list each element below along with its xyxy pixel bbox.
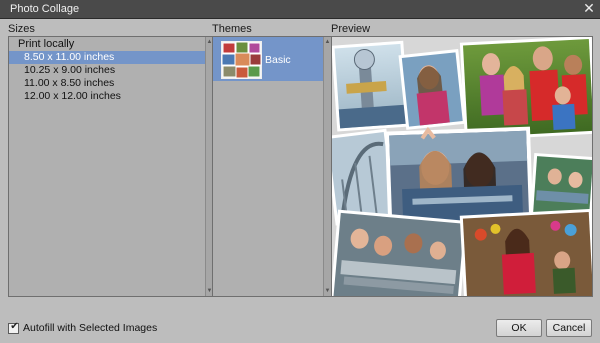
dialog-body: Sizes Themes Preview Print locally 8.50 …	[0, 19, 600, 343]
sizes-group-header: Print locally	[18, 38, 75, 50]
autofill-checkbox-row[interactable]: ✔ Autofill with Selected Images	[8, 321, 157, 335]
themes-label: Themes	[212, 23, 252, 35]
collage-preview	[331, 36, 593, 297]
size-option[interactable]: 11.00 x 8.50 inches	[9, 77, 205, 90]
preview-label: Preview	[331, 23, 371, 35]
ok-button[interactable]: OK	[496, 319, 542, 337]
title-bar: Photo Collage ✕	[0, 0, 600, 19]
collage-image	[332, 37, 592, 296]
size-option[interactable]: 10.25 x 9.00 inches	[9, 64, 205, 77]
size-option[interactable]: 12.00 x 12.00 inches	[9, 90, 205, 103]
sizes-list[interactable]: Print locally 8.50 x 11.00 inches 10.25 …	[8, 36, 214, 297]
autofill-checkbox[interactable]: ✔	[8, 320, 19, 334]
autofill-label[interactable]: Autofill with Selected Images	[23, 322, 157, 334]
themes-scrollbar[interactable]: ▲ ▼	[323, 37, 331, 296]
scroll-up-icon[interactable]: ▲	[324, 38, 331, 46]
size-option[interactable]: 8.50 x 11.00 inches	[9, 51, 205, 64]
scroll-down-icon[interactable]: ▼	[324, 287, 331, 295]
sizes-list-content: Print locally 8.50 x 11.00 inches 10.25 …	[9, 37, 205, 296]
theme-item-basic[interactable]: Basic	[213, 37, 324, 81]
checkmark-icon: ✔	[10, 320, 19, 332]
sizes-label: Sizes	[8, 23, 35, 35]
cancel-button[interactable]: Cancel	[546, 319, 592, 337]
close-icon[interactable]: ✕	[581, 1, 597, 17]
theme-thumbnail	[221, 41, 262, 79]
window-title: Photo Collage	[10, 3, 80, 15]
theme-name: Basic	[265, 54, 291, 66]
themes-list[interactable]: Basic ▲ ▼	[212, 36, 332, 297]
